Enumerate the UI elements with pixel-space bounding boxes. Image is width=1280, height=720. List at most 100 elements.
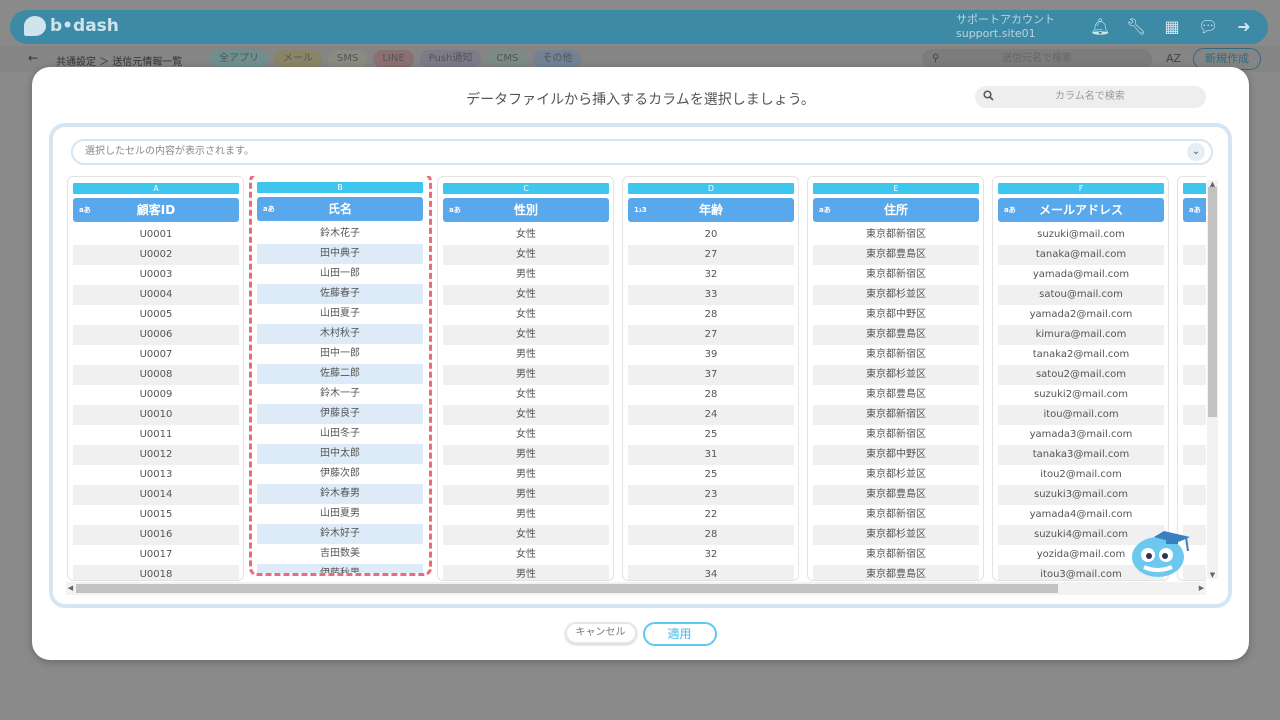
table-cell[interactable]: 22 [628, 505, 794, 525]
table-cell[interactable] [1183, 325, 1206, 345]
table-cell[interactable]: 女性 [443, 245, 609, 265]
table-cell[interactable]: 女性 [443, 385, 609, 405]
table-cell[interactable]: U0005 [73, 305, 239, 325]
back-arrow-icon[interactable]: ← [28, 51, 38, 65]
table-cell[interactable]: 東京都中野区 [813, 445, 979, 465]
column-header[interactable]: aあ 住所 [813, 198, 979, 222]
wrench-icon[interactable]: 🔧︎ [1126, 17, 1146, 37]
table-cell[interactable]: 東京都豊島区 [813, 565, 979, 580]
table-cell[interactable]: suzuki2@mail.com [998, 385, 1164, 405]
scroll-left-icon[interactable]: ◀ [66, 582, 75, 595]
table-cell[interactable]: yamada@mail.com [998, 265, 1164, 285]
table-cell[interactable]: 28 [628, 385, 794, 405]
column-header[interactable]: aあ 性別 [443, 198, 609, 222]
table-cell[interactable]: 女性 [443, 325, 609, 345]
column-header[interactable]: aあ 氏名 [257, 197, 423, 221]
table-cell[interactable]: 鈴木一子 [257, 384, 423, 404]
data-column[interactable]: Caあ 性別 女性 女性 男性 女性 女性 女性 男性 男性 女性 女性 女性 男性 男性 男性 男性 女性 女性男… [437, 176, 614, 581]
table-cell[interactable]: 31 [628, 445, 794, 465]
cancel-button[interactable]: キャンセル [564, 622, 637, 644]
vertical-scrollbar[interactable]: ▲ ▼ [1207, 180, 1218, 579]
table-cell[interactable]: tanaka2@mail.com [998, 345, 1164, 365]
table-cell[interactable]: U0013 [73, 465, 239, 485]
table-cell[interactable]: yamada2@mail.com [998, 305, 1164, 325]
table-cell[interactable]: 女性 [443, 525, 609, 545]
table-cell[interactable]: U0011 [73, 425, 239, 445]
table-cell[interactable]: suzuki3@mail.com [998, 485, 1164, 505]
table-cell[interactable]: 男性 [443, 465, 609, 485]
table-cell[interactable]: satou@mail.com [998, 285, 1164, 305]
table-cell[interactable]: 39 [628, 345, 794, 365]
table-cell[interactable]: 20 [628, 225, 794, 245]
table-cell[interactable]: 山田夏男 [257, 504, 423, 524]
filter-sms[interactable]: SMS [328, 50, 368, 68]
table-cell[interactable]: 山田冬子 [257, 424, 423, 444]
cell-content-viewer[interactable]: 選択したセルの内容が表示されます。 ⌄ [71, 139, 1213, 165]
table-cell[interactable] [1183, 305, 1206, 325]
table-cell[interactable]: 東京都杉並区 [813, 285, 979, 305]
data-column[interactable]: Aaあ 顧客ID U0001 U0002 U0003 U0004 U0005 U0006 U00… [67, 176, 244, 581]
table-cell[interactable]: 男性 [443, 565, 609, 580]
table-cell[interactable]: 男性 [443, 365, 609, 385]
table-cell[interactable]: U0018 [73, 565, 239, 580]
table-cell[interactable] [1183, 285, 1206, 305]
table-cell[interactable]: 伊藤秋男 [257, 564, 423, 573]
table-cell[interactable] [1183, 345, 1206, 365]
table-cell[interactable]: U0010 [73, 405, 239, 425]
table-cell[interactable]: suzuki@mail.com [998, 225, 1164, 245]
filter-other[interactable]: その他 [533, 50, 582, 68]
table-cell[interactable]: 女性 [443, 225, 609, 245]
table-cell[interactable]: 伊藤良子 [257, 404, 423, 424]
column-header[interactable]: aあ 顧客ID [73, 198, 239, 222]
table-cell[interactable]: itou@mail.com [998, 405, 1164, 425]
filter-cms[interactable]: CMS [487, 50, 528, 68]
table-cell[interactable]: 田中典子 [257, 244, 423, 264]
table-cell[interactable]: 東京都豊島区 [813, 385, 979, 405]
table-cell[interactable]: U0017 [73, 545, 239, 565]
table-cell[interactable]: 田中一郎 [257, 344, 423, 364]
table-cell[interactable]: 32 [628, 545, 794, 565]
column-header[interactable]: 1₂3 年齢 [628, 198, 794, 222]
table-cell[interactable]: 東京都新宿区 [813, 225, 979, 245]
vertical-scroll-thumb[interactable] [1208, 187, 1217, 417]
table-cell[interactable]: 田中太郎 [257, 444, 423, 464]
table-cell[interactable] [1183, 445, 1206, 465]
table-cell[interactable]: U0009 [73, 385, 239, 405]
table-cell[interactable] [1183, 245, 1206, 265]
table-cell[interactable]: kimura@mail.com [998, 325, 1164, 345]
table-cell[interactable]: 男性 [443, 265, 609, 285]
table-cell[interactable]: U0008 [73, 365, 239, 385]
scroll-right-icon[interactable]: ▶ [1197, 582, 1206, 595]
table-cell[interactable] [1183, 465, 1206, 485]
table-cell[interactable]: 23 [628, 485, 794, 505]
table-cell[interactable]: 木村秋子 [257, 324, 423, 344]
table-cell[interactable] [1183, 385, 1206, 405]
table-cell[interactable]: tanaka@mail.com [998, 245, 1164, 265]
table-cell[interactable]: 女性 [443, 285, 609, 305]
bell-icon[interactable]: 🔔︎ [1090, 17, 1110, 37]
sort-az-icon[interactable]: AZ [1166, 52, 1181, 65]
table-cell[interactable]: 東京都新宿区 [813, 265, 979, 285]
table-cell[interactable]: 東京都豊島区 [813, 485, 979, 505]
data-column[interactable]: Eaあ 住所 東京都新宿区 東京都豊島区 東京都新宿区 東京都杉並区 東京都中野区 東京都豊島… [807, 176, 984, 581]
table-cell[interactable]: 東京都中野区 [813, 305, 979, 325]
table-cell[interactable]: 東京都豊島区 [813, 325, 979, 345]
table-cell[interactable]: 東京都新宿区 [813, 405, 979, 425]
table-cell[interactable]: U0014 [73, 485, 239, 505]
table-cell[interactable]: 鈴木春男 [257, 484, 423, 504]
table-cell[interactable]: 東京都新宿区 [813, 345, 979, 365]
table-cell[interactable]: 25 [628, 425, 794, 445]
table-cell[interactable]: yamada3@mail.com [998, 425, 1164, 445]
table-cell[interactable]: 鈴木花子 [257, 224, 423, 244]
table-cell[interactable]: 佐藤二郎 [257, 364, 423, 384]
table-cell[interactable]: 男性 [443, 445, 609, 465]
table-cell[interactable]: satou2@mail.com [998, 365, 1164, 385]
table-cell[interactable]: U0003 [73, 265, 239, 285]
table-cell[interactable]: tanaka3@mail.com [998, 445, 1164, 465]
table-cell[interactable]: 東京都新宿区 [813, 545, 979, 565]
sender-search-input[interactable]: ⚲ 送信元名で検索 [922, 49, 1152, 69]
table-cell[interactable]: 女性 [443, 545, 609, 565]
table-cell[interactable]: 東京都杉並区 [813, 365, 979, 385]
table-cell[interactable]: 28 [628, 305, 794, 325]
table-cell[interactable]: 27 [628, 325, 794, 345]
